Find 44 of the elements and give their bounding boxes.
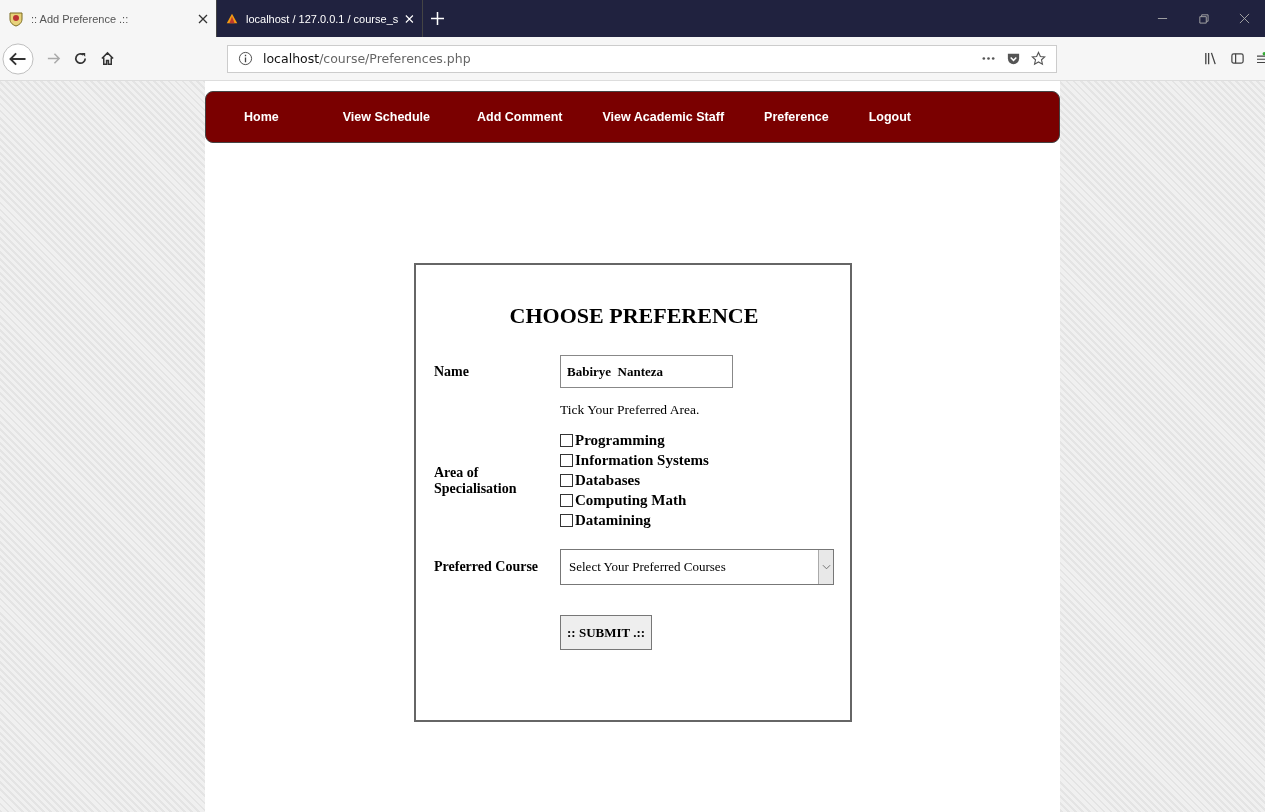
checkbox-label: Information Systems	[575, 452, 709, 469]
close-icon[interactable]	[1239, 13, 1250, 24]
nav-link[interactable]: View Schedule	[342, 110, 431, 124]
menu-icon[interactable]	[1257, 51, 1265, 66]
checkbox[interactable]	[560, 514, 573, 527]
field-label: Preferred Course	[434, 559, 540, 575]
nav-link[interactable]: Logout	[868, 110, 911, 124]
restore-icon[interactable]	[1198, 13, 1209, 24]
tab-title: :: Add Preference .::	[31, 12, 130, 25]
checkbox-label: Databases	[575, 472, 640, 489]
close-icon[interactable]	[198, 13, 208, 24]
browser-tab[interactable]: :: Add Preference .::	[0, 0, 217, 37]
checkbox[interactable]	[560, 474, 573, 487]
sidebar-icon[interactable]	[1230, 51, 1245, 66]
checkbox[interactable]	[560, 434, 573, 447]
hint-text: Tick Your Preferred Area.	[560, 402, 700, 418]
reload-icon[interactable]	[73, 51, 88, 66]
new-tab-icon[interactable]	[431, 12, 444, 25]
chevron-down-icon	[821, 564, 831, 570]
shield-icon[interactable]	[1006, 51, 1021, 66]
submit-button[interactable]: :: SUBMIT .::	[560, 615, 653, 650]
checkbox-label: Datamining	[575, 512, 651, 529]
crest-icon	[8, 10, 24, 27]
checkbox-label: Programming	[575, 432, 665, 449]
back-icon[interactable]	[2, 42, 34, 75]
nav-link[interactable]: View Academic Staff	[602, 110, 725, 124]
home-icon[interactable]	[100, 51, 115, 66]
address-bar[interactable]: localhost/course/Preferences.php	[227, 44, 1057, 73]
name-field[interactable]: Babirye Nanteza	[560, 355, 733, 388]
url-text: localhost/course/Preferences.php	[263, 51, 471, 66]
course-dropdown[interactable]: Select Your Preferred Courses	[560, 549, 834, 585]
field-label: Area of Specialisation	[434, 464, 518, 497]
star-icon[interactable]	[1031, 51, 1046, 66]
form-title: CHOOSE PREFERENCE	[508, 303, 760, 329]
library-icon[interactable]	[1203, 51, 1218, 66]
tab-title: localhost / 127.0.0.1 / course_s	[246, 12, 399, 25]
field-label: Name	[434, 363, 470, 380]
info-icon	[238, 51, 253, 66]
checkbox-label: Computing Math	[575, 492, 687, 509]
nav-link[interactable]: Preference	[764, 110, 829, 124]
nav-link[interactable]: Add Comment	[477, 110, 563, 124]
checkbox[interactable]	[560, 494, 573, 507]
nav-link[interactable]: Home	[244, 110, 279, 124]
checkbox[interactable]	[560, 454, 573, 467]
